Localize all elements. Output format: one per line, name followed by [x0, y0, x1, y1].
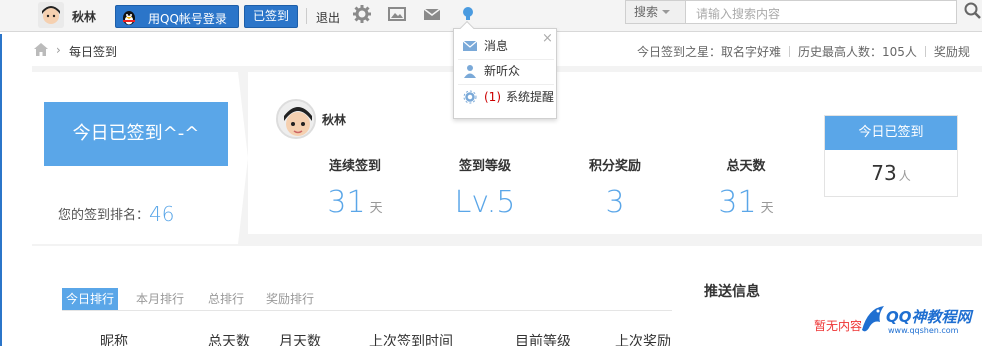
column-header-last-sign-time: 上次签到时间	[369, 334, 453, 346]
profile-avatar[interactable]	[276, 99, 316, 139]
stat-value: 3	[565, 185, 665, 220]
gear-icon	[463, 90, 477, 104]
divider	[458, 84, 554, 85]
divider	[924, 46, 926, 57]
mail-icon	[462, 40, 478, 51]
stat-level: 签到等级 Lv.5	[435, 155, 535, 220]
stat-total-days: 总天数 31 天	[696, 155, 796, 220]
stat-number: 3	[605, 185, 625, 220]
breadcrumb-separator: ›	[56, 43, 61, 57]
stat-label: 连续签到	[328, 159, 381, 174]
person-icon	[464, 65, 476, 78]
tab-reward-rank[interactable]: 奖励排行	[266, 288, 314, 310]
logout-link[interactable]: 退出	[316, 9, 340, 26]
rank-value: 46	[149, 202, 175, 226]
tab-month-rank[interactable]: 本月排行	[136, 288, 184, 310]
column-header-level: 目前等级	[515, 334, 571, 346]
divider	[789, 46, 791, 57]
stat-label: 签到等级	[458, 159, 511, 174]
tab-today-rank[interactable]: 今日排行	[62, 288, 119, 310]
divider	[306, 8, 307, 24]
stat-continuous: 连续签到 31 天	[305, 155, 405, 220]
alert-label: 系统提醒	[506, 90, 555, 104]
stat-unit: 天	[760, 201, 774, 216]
qq-login-button[interactable]: 用QQ帐号登录	[115, 5, 239, 28]
stat-points: 积分奖励 3	[565, 155, 665, 220]
stat-value: Lv.5	[435, 185, 535, 220]
mail-icon[interactable]	[422, 4, 442, 24]
user-avatar[interactable]	[38, 2, 64, 28]
dropdown-item-label: 系统提醒 (1)	[484, 86, 554, 108]
stat-label: 总天数	[726, 159, 766, 174]
qq-penguin-icon	[123, 11, 135, 25]
signed-today-button[interactable]: 今日已签到^-^	[44, 102, 228, 166]
gear-icon[interactable]	[352, 4, 372, 24]
sign-stats-line: 今日签到之星：取名字好难 历史最高人数：105人 奖励规	[637, 43, 970, 60]
alert-count: (1)	[484, 90, 501, 104]
stat-label: 积分奖励	[588, 159, 641, 174]
dropdown-item-label: 消息	[484, 39, 509, 53]
search-select-label: 搜索	[634, 5, 659, 19]
profile-name: 秋林	[322, 113, 347, 127]
record-count: 历史最高人数：105人	[798, 45, 917, 59]
search-input[interactable]: 请输入搜索内容	[696, 5, 780, 22]
qq-login-label: 用QQ帐号登录	[148, 12, 227, 26]
stat-unit: 天	[369, 201, 383, 216]
notification-dropdown: × 消息 新听众 系统提醒 (1)	[453, 20, 557, 119]
today-star: 今日签到之星：取名字好难	[637, 45, 782, 59]
signed-button[interactable]: 已签到	[244, 5, 298, 28]
column-header-last-reward: 上次奖励	[615, 334, 671, 346]
chevron-down-icon	[662, 10, 670, 14]
today-count-value: 73	[871, 161, 897, 185]
today-signed-card: 今日已签到 73 人	[824, 115, 958, 197]
dropdown-item-new-followers[interactable]: 新听众	[462, 60, 552, 82]
tabs-divider	[62, 310, 672, 311]
today-signed-title: 今日已签到	[825, 116, 957, 150]
reward-rules-link[interactable]: 奖励规	[934, 45, 970, 59]
dropdown-item-system-alerts[interactable]: 系统提醒 (1)	[462, 86, 554, 108]
stat-number: 31	[718, 185, 757, 220]
watermark-title: QQ神教程网	[886, 308, 972, 326]
image-icon[interactable]	[387, 4, 407, 24]
tab-total-rank[interactable]: 总排行	[208, 288, 244, 310]
stat-number: 31	[327, 185, 366, 220]
dropdown-item-label: 新听众	[484, 64, 521, 78]
today-count-unit: 人	[898, 169, 911, 183]
column-header-month-days: 月天数	[279, 334, 321, 346]
rank-label: 您的签到排名：	[58, 208, 150, 223]
stat-value: 31 天	[696, 185, 796, 220]
stat-value: 31 天	[305, 185, 405, 220]
today-signed-count: 73 人	[825, 150, 957, 199]
breadcrumb-current: 每日签到	[69, 45, 118, 59]
dropdown-item-messages[interactable]: 消息	[462, 35, 552, 57]
left-accent-line	[0, 34, 2, 346]
column-header-total-days: 总天数	[208, 334, 250, 346]
watermark-url: www.qqshen.com	[888, 326, 959, 335]
username[interactable]: 秋林	[72, 8, 96, 25]
search-box: 搜索 请输入搜索内容	[625, 0, 957, 24]
search-icon[interactable]	[964, 2, 982, 20]
search-type-select[interactable]: 搜索	[626, 1, 686, 23]
column-header-nickname: 昵称	[100, 334, 128, 346]
push-info-title: 推送信息	[704, 284, 760, 300]
home-icon[interactable]	[34, 43, 48, 56]
stat-number: Lv.5	[454, 185, 516, 220]
sign-rank: 您的签到排名：46	[58, 202, 174, 226]
sign-card: 今日已签到^-^ 您的签到排名：46	[32, 72, 248, 244]
no-content-text: 暂无内容	[814, 319, 863, 333]
